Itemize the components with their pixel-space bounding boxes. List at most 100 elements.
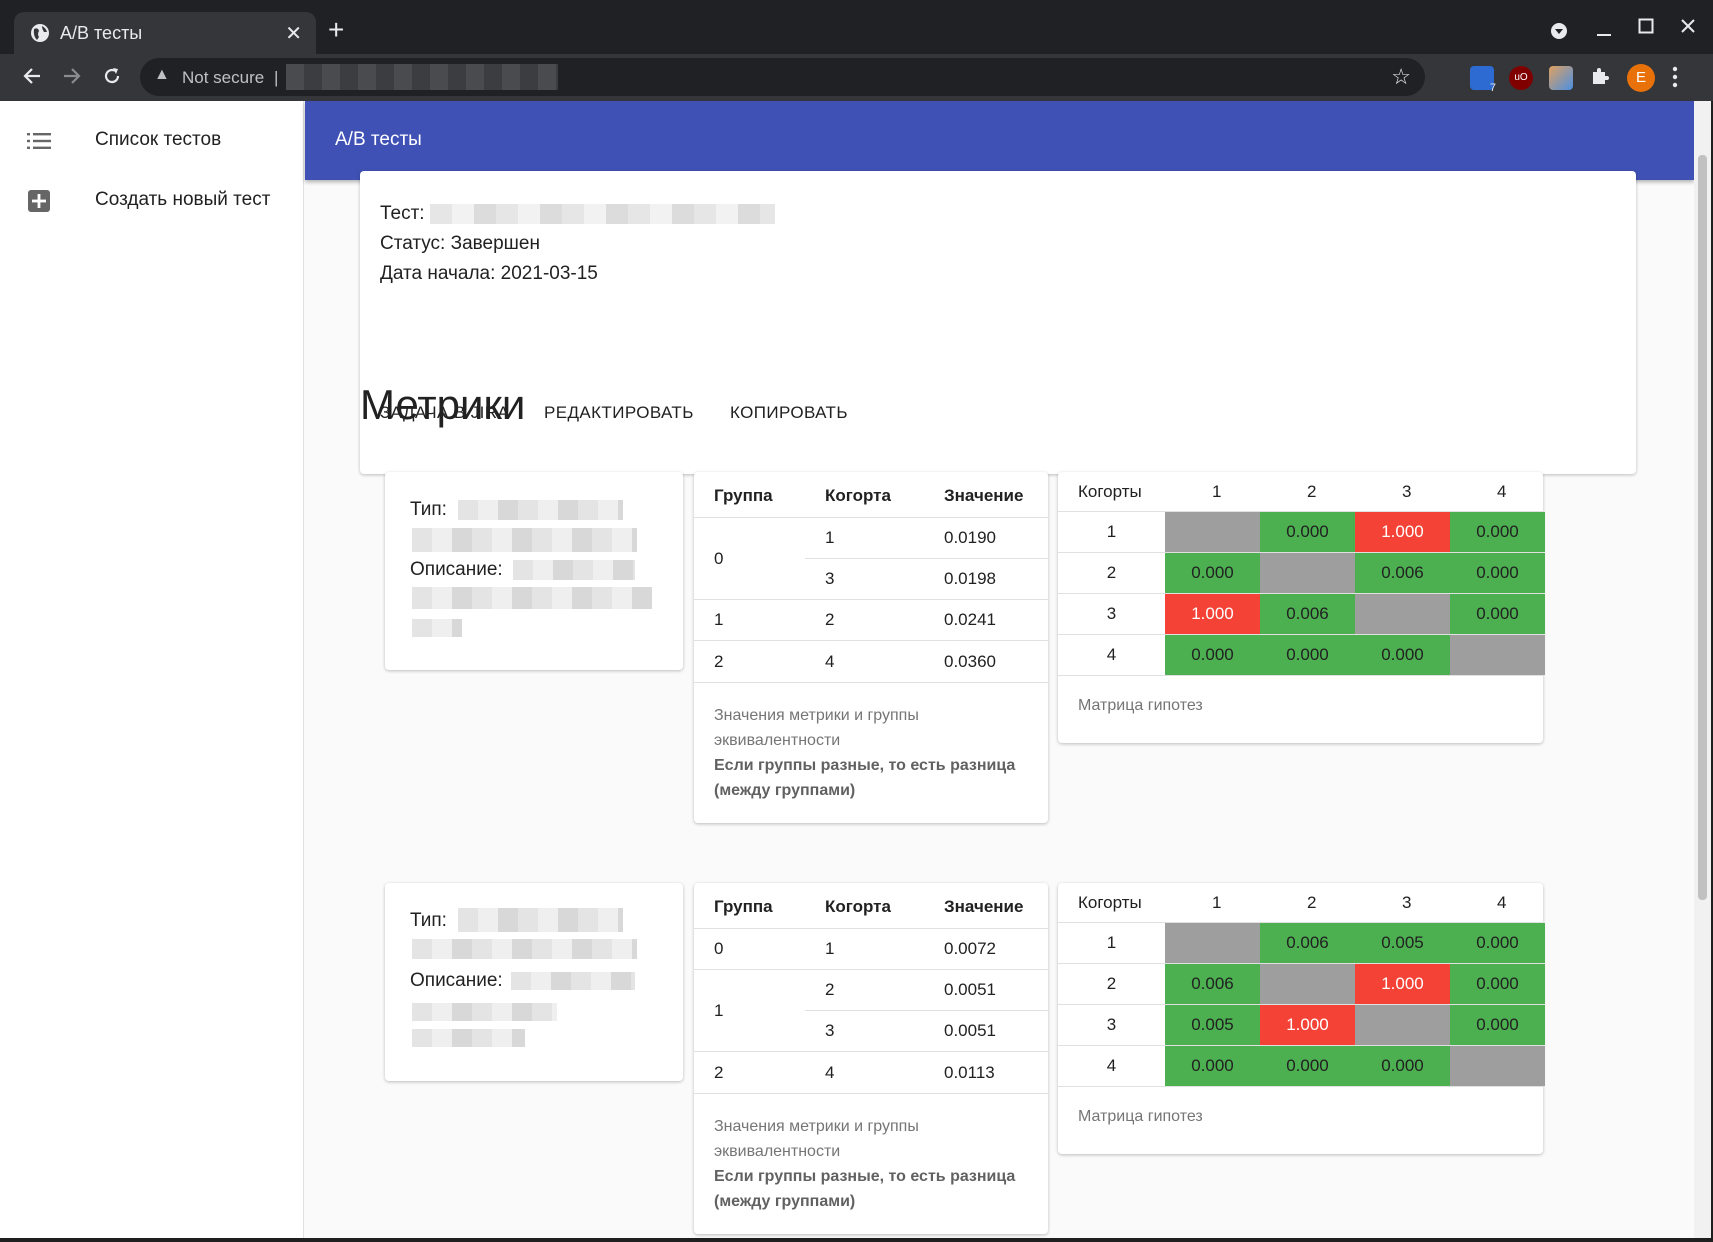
value-cell: 0.0198 — [944, 569, 996, 588]
minimize-icon[interactable] — [1596, 24, 1612, 40]
col-header-group: Группа — [714, 897, 773, 916]
browser-chrome: A/B тесты ✕ + ▲ Not secure | ☆ 7 uO E — [0, 0, 1713, 101]
matrix-col-header: 3 — [1402, 482, 1412, 501]
cohort-cell: 4 — [825, 1063, 835, 1082]
matrix-col-header: 2 — [1307, 482, 1317, 501]
browser-toolbar: ▲ Not secure | ☆ 7 uO E — [0, 54, 1713, 101]
redacted-metric-type — [412, 939, 637, 959]
page-scrollbar[interactable] — [1694, 101, 1711, 1238]
new-tab-button[interactable]: + — [328, 14, 344, 46]
test-start-date: Дата начала: 2021-03-15 — [380, 263, 598, 284]
redacted-test-name — [430, 204, 775, 224]
puzzle-extensions-icon[interactable] — [1589, 66, 1611, 88]
matrix-cell-gray — [1355, 594, 1450, 634]
extension-icon[interactable] — [1549, 66, 1573, 90]
edit-button[interactable]: РЕДАКТИРОВАТЬ — [544, 403, 694, 423]
test-name-label: Тест: — [380, 203, 425, 224]
bookmark-star-icon[interactable]: ☆ — [1391, 64, 1411, 90]
col-header-group: Группа — [714, 486, 773, 505]
close-window-icon[interactable] — [1680, 18, 1696, 34]
redacted-metric-description — [412, 1003, 557, 1021]
sidebar: Список тестов Создать новый тест — [0, 101, 304, 1238]
value-cell: 0.0241 — [944, 610, 996, 629]
matrix-cell-green: 0.000 — [1260, 512, 1355, 552]
matrix-row-header: 4 — [1106, 645, 1117, 664]
matrix-row-header: 1 — [1106, 933, 1117, 952]
security-status[interactable]: Not secure — [182, 68, 264, 88]
matrix-cell-green: 0.000 — [1450, 553, 1545, 593]
page-content: Список тестов Создать новый тест A/B тес… — [0, 101, 1694, 1238]
forward-arrow-icon[interactable] — [62, 66, 82, 86]
matrix-cell-green: 0.000 — [1260, 1046, 1355, 1086]
col-header-value: Значение — [944, 486, 1024, 505]
scrollbar-thumb[interactable] — [1698, 155, 1707, 900]
bitwarden-extension-icon[interactable]: 7 — [1470, 66, 1496, 94]
redacted-metric-type — [458, 908, 623, 932]
browser-tab[interactable]: A/B тесты ✕ — [14, 12, 316, 54]
value-cell: 0.0190 — [944, 528, 996, 547]
matrix-cell-gray — [1165, 923, 1260, 963]
matrix-col-header: 4 — [1497, 482, 1507, 501]
test-info-card: Тест: Статус: Завершен Дата начала: 2021… — [360, 171, 1636, 474]
redacted-metric-description — [412, 587, 652, 609]
metric-description-card: Тип: Описание: — [385, 883, 683, 1081]
metric-type-label: Тип: — [410, 910, 447, 931]
cohort-cell: 3 — [825, 1021, 835, 1040]
reload-icon[interactable] — [102, 66, 122, 86]
sidebar-item-label: Список тестов — [95, 129, 222, 150]
copy-button[interactable]: КОПИРОВАТЬ — [730, 403, 848, 423]
matrix-row-header: 4 — [1106, 1056, 1117, 1075]
matrix-cell-green: 0.006 — [1260, 594, 1355, 634]
redacted-metric-type — [412, 528, 637, 552]
matrix-cell-green: 0.000 — [1450, 594, 1545, 634]
matrix-cell-green: 0.006 — [1165, 964, 1260, 1004]
sidebar-item-create-test[interactable]: Создать новый тест — [0, 172, 304, 230]
matrix-cell-gray — [1260, 964, 1355, 1004]
redacted-metric-type — [458, 500, 623, 520]
matrix-cell-green: 0.000 — [1355, 635, 1450, 675]
globe-icon — [31, 24, 49, 42]
table-caption: Значения метрики и группы эквивалентност… — [714, 703, 1034, 803]
matrix-row-header: 1 — [1106, 522, 1117, 541]
matrix-cell-green: 0.006 — [1260, 923, 1355, 963]
sidebar-item-test-list[interactable]: Список тестов — [0, 112, 304, 170]
groups-table: Группа Когорта Значение 0 1 0.0072 1 2 0… — [694, 883, 1048, 1234]
matrix-col-header: 1 — [1212, 482, 1222, 501]
back-arrow-icon[interactable] — [22, 66, 42, 86]
sidebar-item-label: Создать новый тест — [95, 189, 271, 210]
ublock-extension-icon[interactable]: uO — [1509, 66, 1533, 90]
table-caption-note: Если группы разные, то есть разница (меж… — [714, 1168, 1016, 1210]
matrix-cell-gray — [1165, 512, 1260, 552]
matrix-col-header: 3 — [1402, 893, 1412, 912]
add-box-icon — [28, 190, 50, 212]
tab-close-icon[interactable]: ✕ — [285, 21, 302, 46]
groups-table: Группа Когорта Значение 0 1 0.0190 3 0.0… — [694, 472, 1048, 823]
address-bar[interactable]: ▲ Not secure | ☆ — [140, 58, 1425, 96]
redacted-metric-description — [511, 972, 635, 990]
maximize-icon[interactable] — [1638, 18, 1654, 34]
matrix-cell-gray — [1260, 553, 1355, 593]
matrix-cell-green: 0.000 — [1450, 512, 1545, 552]
value-cell: 0.0072 — [944, 939, 996, 958]
hypothesis-matrix: Когорты 1 2 3 4 Матрица гипотез 1 0.000 1.… — [1058, 472, 1545, 743]
metric-description-label: Описание: — [410, 970, 503, 991]
group-cell: 2 — [714, 652, 724, 671]
warning-icon[interactable]: ▲ — [154, 66, 170, 84]
metrics-heading: Метрики — [360, 381, 526, 428]
cohort-cell: 3 — [825, 569, 835, 588]
matrix-header-cohorts: Когорты — [1078, 482, 1142, 501]
matrix-row-header: 3 — [1106, 1015, 1117, 1034]
metric-description-label: Описание: — [410, 559, 503, 580]
cohort-cell: 1 — [825, 528, 835, 547]
matrix-caption: Матрица гипотез — [1078, 1108, 1203, 1125]
table-caption-text: Значения метрики и группы эквивалентност… — [714, 707, 919, 749]
profile-menu-icon[interactable] — [1550, 22, 1568, 40]
matrix-row-header: 2 — [1106, 974, 1117, 993]
col-header-cohort: Когорта — [825, 897, 891, 916]
matrix-cell-green: 0.000 — [1450, 964, 1545, 1004]
tab-title: A/B тесты — [60, 23, 143, 43]
extension-badge: 7 — [1489, 82, 1496, 94]
profile-avatar[interactable]: E — [1627, 64, 1655, 92]
menu-dots-icon[interactable] — [1672, 66, 1678, 88]
matrix-cell-red: 1.000 — [1165, 594, 1260, 634]
